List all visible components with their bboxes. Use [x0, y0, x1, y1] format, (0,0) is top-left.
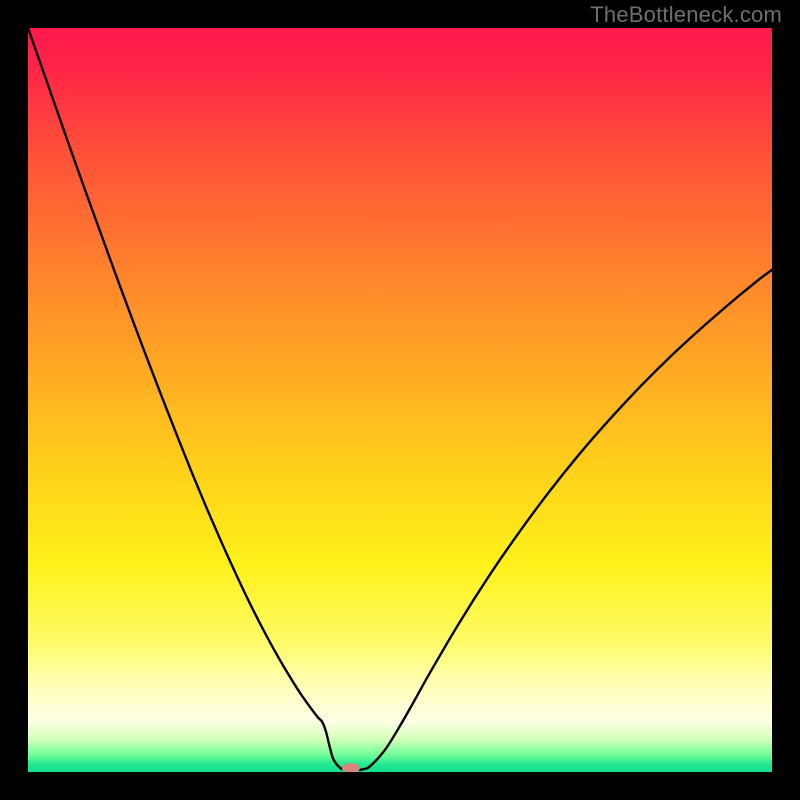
watermark-text: TheBottleneck.com — [590, 2, 782, 28]
chart-background — [28, 28, 772, 772]
chart-plot-area — [28, 28, 772, 772]
chart-container: { "watermark": "TheBottleneck.com", "cha… — [0, 0, 800, 800]
chart-svg — [28, 28, 772, 772]
